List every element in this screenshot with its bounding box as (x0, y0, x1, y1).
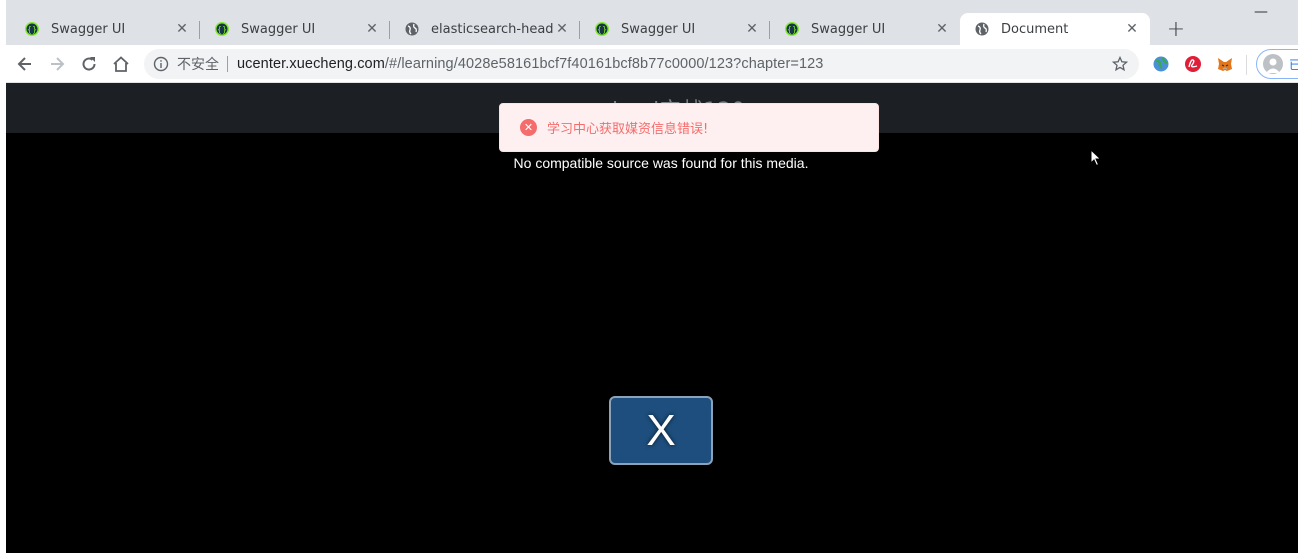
tab-swagger-ui-3[interactable]: {} Swagger UI ✕ (580, 13, 770, 45)
tab-title: Document (1001, 21, 1069, 37)
svg-text:{}: {} (787, 25, 797, 34)
extension-metamask-fox-icon[interactable] (1215, 54, 1235, 74)
player-error-message: No compatible source was found for this … (513, 155, 809, 171)
svg-text:{}: {} (27, 25, 37, 34)
toast-message: 学习中心获取媒资信息错误! (547, 122, 709, 137)
forward-button[interactable] (45, 52, 69, 76)
mouse-cursor-icon (1090, 148, 1102, 167)
url-text[interactable]: ucenter.xuecheng.com/#/learning/4028e581… (237, 56, 823, 72)
tab-title: Swagger UI (241, 21, 316, 37)
close-icon[interactable]: ✕ (554, 21, 570, 37)
home-button[interactable] (109, 52, 133, 76)
tab-elasticsearch-head[interactable]: elasticsearch-head ✕ (390, 13, 580, 45)
tab-document[interactable]: Document ✕ (960, 13, 1150, 45)
browser-toolbar: 不安全 ucenter.xuecheng.com/#/learning/4028… (6, 45, 1298, 83)
back-button[interactable] (13, 52, 37, 76)
divider (227, 56, 228, 72)
extension-adobe-icon[interactable] (1183, 54, 1203, 74)
toolbar-divider (1246, 55, 1247, 75)
close-icon[interactable]: ✕ (364, 21, 380, 37)
tab-title: elasticsearch-head (431, 21, 554, 37)
tab-title: Swagger UI (811, 21, 886, 37)
avatar-icon (1263, 54, 1283, 74)
close-icon[interactable]: ✕ (174, 21, 190, 37)
tab-title: Swagger UI (621, 21, 696, 37)
info-icon[interactable] (153, 56, 169, 72)
swagger-icon: {} (595, 22, 609, 36)
close-icon[interactable]: ✕ (744, 21, 760, 37)
new-tab-button[interactable]: + (1164, 17, 1188, 42)
error-toast: ✕ 学习中心获取媒资信息错误! (499, 103, 879, 152)
close-icon[interactable]: ✕ (1124, 21, 1140, 37)
minimize-icon[interactable]: — (1251, 4, 1271, 20)
profile-button[interactable]: 已 (1256, 49, 1298, 79)
reload-icon (82, 57, 96, 71)
tab-strip: {} Swagger UI ✕ {} Swagger UI ✕ elastics… (6, 0, 1298, 45)
tab-title: Swagger UI (51, 21, 126, 37)
arrow-left-icon (17, 57, 31, 71)
bookmark-star-icon[interactable] (1111, 55, 1129, 73)
tab-swagger-ui-4[interactable]: {} Swagger UI ✕ (770, 13, 960, 45)
insecure-label[interactable]: 不安全 (177, 54, 219, 74)
globe-icon (405, 22, 419, 36)
swagger-icon: {} (215, 22, 229, 36)
profile-label: 已 (1289, 57, 1298, 72)
browser-window: {} Swagger UI ✕ {} Swagger UI ✕ elastics… (6, 0, 1298, 553)
url-path: /#/learning/4028e58161bcf7f40161bcf8b77c… (384, 56, 824, 72)
close-player-button[interactable]: X (609, 396, 713, 465)
svg-text:{}: {} (217, 25, 227, 34)
swagger-icon: {} (25, 22, 39, 36)
url-host: ucenter.xuecheng.com (237, 56, 385, 72)
tab-swagger-ui-2[interactable]: {} Swagger UI ✕ (200, 13, 390, 45)
page-content: i.....l实战120 No compatible source was fo… (6, 83, 1298, 553)
swagger-icon: {} (785, 22, 799, 36)
arrow-right-icon (51, 57, 65, 71)
tab-swagger-ui-1[interactable]: {} Swagger UI ✕ (10, 13, 200, 45)
globe-icon (975, 22, 989, 36)
address-bar[interactable]: 不安全 ucenter.xuecheng.com/#/learning/4028… (144, 49, 1139, 79)
error-circle-icon: ✕ (520, 119, 537, 136)
reload-button[interactable] (77, 52, 101, 76)
home-icon (113, 56, 129, 72)
extension-globe-icon[interactable] (1151, 54, 1171, 74)
close-icon[interactable]: ✕ (934, 21, 950, 37)
svg-text:{}: {} (597, 25, 607, 34)
